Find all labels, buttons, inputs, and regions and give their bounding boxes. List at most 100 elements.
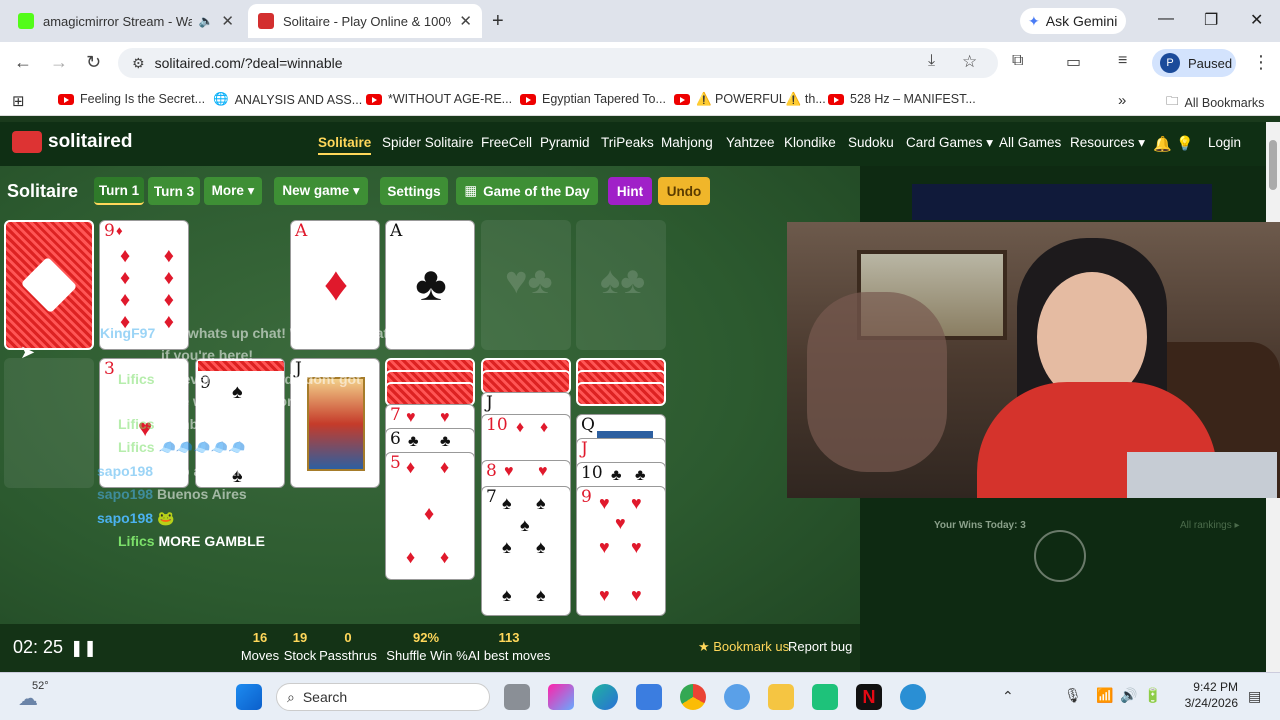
new-game-button[interactable]: New game ▾ [274, 177, 368, 205]
tab-kick-stream[interactable]: amagicmirror Stream - Watc 🔈 ✕ [8, 4, 244, 38]
bookmark-item[interactable]: ⚠️ POWERFUL⚠️ th... [674, 92, 826, 107]
task-view-icon[interactable] [504, 684, 530, 710]
tab-solitaire[interactable]: Solitaire - Play Online & 100% F ✕ [248, 4, 482, 38]
copilot-icon[interactable] [548, 684, 574, 710]
wifi-icon[interactable]: 📶 [1096, 687, 1113, 704]
app-icon[interactable] [812, 684, 838, 710]
volume-icon[interactable]: 🔊 [1120, 687, 1137, 704]
netflix-icon[interactable]: N [856, 684, 882, 710]
ask-gemini-button[interactable]: ✦ Ask Gemini [1020, 8, 1126, 34]
apps-grid-icon[interactable]: ⊞ [12, 92, 25, 110]
lightbulb-icon[interactable]: 💡 [1176, 135, 1193, 152]
tableau-empty-slot[interactable] [4, 358, 94, 488]
chevron-up-icon[interactable]: ⌃ [1002, 688, 1014, 705]
cast-icon[interactable]: ▭ [1066, 52, 1081, 72]
bookmark-item[interactable]: 🌐 ANALYSIS AND ASS... [213, 92, 362, 107]
tableau-4-card-5[interactable]: 5 ♦ ♦ ♦ ♦ ♦ [385, 452, 475, 580]
clock-time[interactable]: 9:42 PM [1190, 680, 1238, 694]
menu-icon[interactable]: ⋮ [1252, 52, 1270, 73]
globe-icon: 🌐 [213, 92, 229, 106]
foundation-clubs[interactable]: A ♣ [385, 220, 475, 350]
address-bar[interactable]: ⚙ solitaired.com/?deal=winnable [118, 48, 998, 78]
ai-moves-label: AI best moves [468, 648, 551, 663]
start-icon[interactable] [236, 684, 262, 710]
nav-mahjong[interactable]: Mahjong [661, 135, 713, 150]
spade-icon: ♠ [536, 585, 546, 605]
media-controls-icon[interactable]: ≡ [1118, 52, 1127, 70]
foundation-slot-empty[interactable]: ♥♣ [481, 220, 571, 350]
diamond-icon: ♦ [406, 457, 416, 477]
nav-all-games[interactable]: All Games [999, 135, 1061, 150]
chrome-icon[interactable] [680, 684, 706, 710]
profile-button[interactable]: P Paused [1152, 49, 1236, 77]
nav-tripeaks[interactable]: TriPeaks [601, 135, 654, 150]
weather-app-icon[interactable] [724, 684, 750, 710]
hint-button[interactable]: Hint [608, 177, 652, 205]
extensions-icon[interactable]: ⧉ [1012, 52, 1023, 70]
bookmark-us-link[interactable]: ★ Bookmark us [698, 639, 789, 655]
taskbar-search[interactable]: ⌕ Search [276, 683, 490, 711]
bookmark-item[interactable]: 528 Hz – MANIFEST... [828, 92, 976, 106]
nav-klondike[interactable]: Klondike [784, 135, 836, 150]
nav-freecell[interactable]: FreeCell [481, 135, 532, 150]
app-icon-2[interactable] [900, 684, 926, 710]
game-of-the-day-button[interactable]: ▦ Game of the Day [456, 177, 598, 205]
bell-icon[interactable]: 🔔 [1153, 135, 1172, 153]
file-explorer-icon[interactable] [768, 684, 794, 710]
store-icon[interactable] [636, 684, 662, 710]
nav-pyramid[interactable]: Pyramid [540, 135, 590, 150]
close-tab-icon[interactable]: ✕ [459, 12, 472, 30]
clock-date[interactable]: 3/24/2026 [1176, 696, 1238, 710]
scrollbar-thumb[interactable] [1269, 140, 1277, 190]
site-logo[interactable]: solitaired [12, 131, 132, 153]
more-button[interactable]: More ▾ [204, 177, 262, 205]
report-bug-link[interactable]: Report bug [788, 639, 852, 654]
microphone-icon[interactable]: 🎙 [1064, 687, 1082, 704]
battery-icon[interactable]: 🔋 [1144, 687, 1161, 704]
bookmark-star-icon[interactable]: ☆ [962, 52, 977, 72]
nav-solitaire[interactable]: Solitaire [318, 135, 372, 155]
tableau-6-card-9[interactable]: 9 ♥ ♥ ♥ ♥ ♥ ♥ ♥ [576, 486, 666, 616]
tab-title: Solitaire - Play Online & 100% F [283, 13, 452, 29]
all-rankings-link[interactable]: All rankings ▸ [1180, 520, 1240, 531]
card-rank: J [581, 439, 588, 459]
diamond-icon: ♦ [323, 258, 349, 311]
bookmark-item[interactable]: Egyptian Tapered To... [520, 92, 666, 106]
login-link[interactable]: Login [1208, 135, 1241, 150]
undo-button[interactable]: Undo [658, 177, 710, 205]
ad-banner[interactable] [912, 184, 1212, 220]
nav-card-games[interactable]: Card Games ▾ [906, 135, 993, 151]
heart-icon: ♥ [631, 493, 642, 513]
new-tab-icon[interactable]: + [492, 10, 504, 33]
all-bookmarks[interactable]: 🗀 All Bookmarks [1166, 92, 1264, 113]
site-settings-icon[interactable]: ⚙ [132, 55, 145, 72]
edge-icon[interactable] [592, 684, 618, 710]
pause-icon[interactable]: ❚❚ [70, 638, 97, 658]
reload-icon[interactable]: ↻ [86, 52, 101, 73]
turn3-button[interactable]: Turn 3 [148, 177, 200, 205]
notifications-icon[interactable]: ▤ [1248, 688, 1261, 705]
minimize-icon[interactable]: — [1158, 10, 1174, 28]
close-window-icon[interactable]: ✕ [1250, 10, 1263, 30]
nav-yahtzee[interactable]: Yahtzee [726, 135, 775, 150]
bookmark-item[interactable]: Feeling Is the Secret... [58, 92, 205, 106]
youtube-icon [674, 94, 690, 105]
turn1-button[interactable]: Turn 1 [94, 177, 144, 205]
moves-value: 16 [252, 630, 268, 645]
install-app-icon[interactable]: ⤓ [928, 52, 935, 70]
nav-spider-solitaire[interactable]: Spider Solitaire [382, 135, 474, 150]
url-text: solitaired.com/?deal=winnable [154, 55, 343, 71]
nav-resources[interactable]: Resources ▾ [1070, 135, 1145, 151]
close-tab-icon[interactable]: ✕ [221, 12, 234, 30]
restore-icon[interactable]: ❐ [1204, 10, 1218, 30]
speaker-icon[interactable]: 🔈 [198, 14, 213, 28]
bookmark-item[interactable]: *WITHOUT AGE-RE... [366, 92, 512, 106]
more-bookmarks-icon[interactable]: » [1118, 92, 1126, 109]
nav-sudoku[interactable]: Sudoku [848, 135, 894, 150]
stock-pile[interactable] [4, 220, 94, 350]
tableau-5-card-7[interactable]: 7 ♠ ♠ ♠ ♠ ♠ ♠ ♠ [481, 486, 571, 616]
foundation-slot-empty[interactable]: ♠♣ [576, 220, 666, 350]
back-icon[interactable]: ← [14, 52, 32, 73]
settings-button[interactable]: Settings [380, 177, 448, 205]
forward-icon[interactable]: → [50, 52, 68, 73]
